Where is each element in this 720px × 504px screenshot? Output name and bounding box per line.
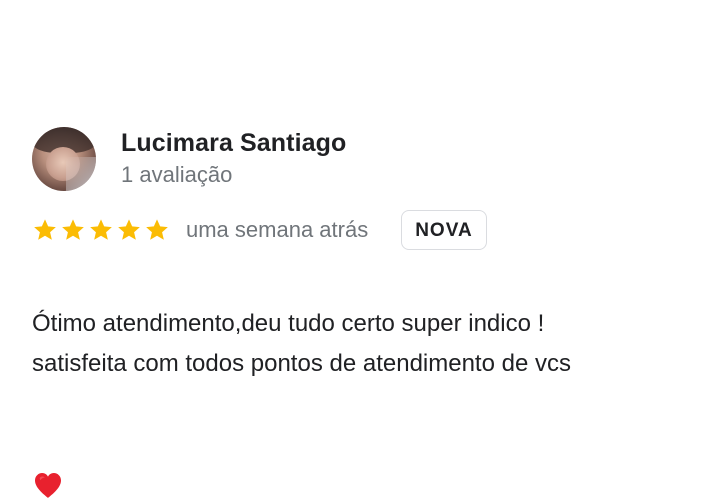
star-rating <box>32 217 170 243</box>
review-count: 1 avaliação <box>121 162 233 187</box>
author-name[interactable]: Lucimara Santiago <box>121 128 346 158</box>
star-icon <box>60 217 86 243</box>
star-icon <box>144 217 170 243</box>
avatar[interactable] <box>32 127 96 191</box>
new-badge: NOVA <box>401 210 487 250</box>
review-header: Lucimara Santiago 1 avaliação <box>32 126 692 192</box>
star-icon <box>32 217 58 243</box>
review-card: Lucimara Santiago 1 avaliação uma semana… <box>32 126 692 504</box>
review-text: Ótimo atendimento,deu tudo certo super i… <box>32 264 692 504</box>
star-icon <box>116 217 142 243</box>
review-body: Ótimo atendimento,deu tudo certo super i… <box>32 310 571 377</box>
author-info: Lucimara Santiago 1 avaliação <box>121 128 346 190</box>
review-meta: uma semana atrás NOVA <box>32 208 692 252</box>
heart-icon <box>32 469 64 501</box>
review-time: uma semana atrás <box>186 217 369 242</box>
star-icon <box>88 217 114 243</box>
